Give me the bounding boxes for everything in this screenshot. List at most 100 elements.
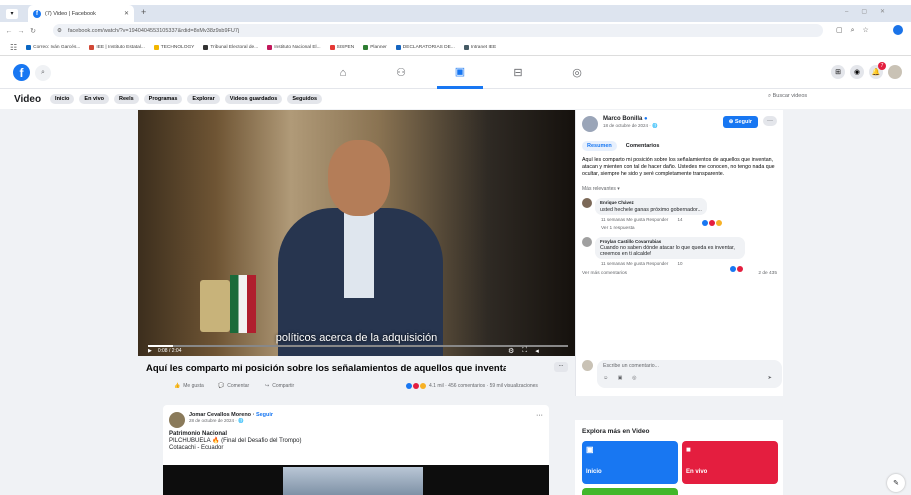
video-search-input[interactable]: ⌕ Buscar videos xyxy=(768,93,807,100)
messenger-icon[interactable]: ◉ xyxy=(850,65,864,79)
bookmark-item[interactable]: TECHNOLOGY xyxy=(153,45,194,50)
comment-meta[interactable]: 11 semanas Me gusta Responder 14 xyxy=(601,217,707,222)
explore-title: Explora más en Video xyxy=(582,428,650,435)
video-time: 0:08 / 2:04 xyxy=(157,348,182,354)
bookmark-item[interactable]: Correo: Iván Garcés... xyxy=(26,45,80,50)
apps-grid-icon[interactable]: ☷ xyxy=(10,43,17,52)
bookmark-icon xyxy=(153,45,159,50)
comment-item: Froylan Castillo Covarrubias Cuando no sa… xyxy=(582,236,777,272)
commenter-name[interactable]: Froylan Castillo Covarrubias xyxy=(600,239,661,244)
tab-comentarios[interactable]: Comentarios xyxy=(621,141,665,151)
back-icon[interactable]: ← xyxy=(3,28,15,35)
comment-button[interactable]: 💬 Comentar xyxy=(218,383,249,389)
like-button[interactable]: 👍 Me gusta xyxy=(174,383,204,389)
avatar[interactable] xyxy=(888,65,902,79)
view-replies-link[interactable]: Ver 1 respuesta xyxy=(601,226,707,231)
pill-seguidos[interactable]: Seguidos xyxy=(287,94,323,104)
toolbar-actions[interactable]: ▢⌕☆ xyxy=(836,26,877,35)
bookmark-item[interactable]: Intranet IEE xyxy=(463,45,496,50)
browser-tab[interactable]: f (7) Video | Facebook ✕ xyxy=(28,5,134,22)
explore-tile-inicio[interactable]: ▣ Inicio xyxy=(582,441,678,484)
video-progress-bar[interactable] xyxy=(148,345,568,347)
page-title: Video xyxy=(14,93,42,105)
nav-home[interactable]: ⌂ xyxy=(320,56,366,89)
bookmark-item[interactable]: DECLARATORIAS DE... xyxy=(395,45,455,50)
nav-friends[interactable]: ⚇ xyxy=(378,56,424,89)
flag-mexico xyxy=(230,275,256,333)
watch-icon: ▣ xyxy=(454,65,466,78)
bookmark-icon xyxy=(363,45,369,50)
composer-icons[interactable]: ☺ ▣ ◎ ➤ xyxy=(603,375,776,381)
bookmark-item[interactable]: SISPEN xyxy=(329,45,354,50)
share-button[interactable]: ↪ Compartir xyxy=(265,383,294,389)
explore-tile[interactable] xyxy=(582,488,678,495)
bookmark-icon xyxy=(463,45,469,50)
pill-explorar[interactable]: Explorar xyxy=(187,94,220,104)
tab-close-icon[interactable]: ✕ xyxy=(124,10,129,17)
comment-bubble: Enrique Chávez usted hechele ganas próxim… xyxy=(595,198,707,215)
comment-sort[interactable]: Más relevantes ▾ xyxy=(582,186,777,192)
comment-meta[interactable]: 11 semanas Me gusta Responder 10 xyxy=(601,261,745,266)
bookmark-item[interactable]: Planner xyxy=(363,45,387,50)
new-tab-icon[interactable]: + xyxy=(141,7,146,17)
commenter-name[interactable]: Enrique Chávez xyxy=(600,200,634,205)
author-avatar[interactable] xyxy=(582,116,598,132)
menu-grid-icon[interactable]: ⊞ xyxy=(831,65,845,79)
post-follow-link[interactable]: Seguir xyxy=(256,412,273,418)
play-icon[interactable]: ▶ xyxy=(148,348,152,354)
comment-reactions-icon xyxy=(702,220,722,227)
bookmark-item[interactable]: Tribunal Electoral de... xyxy=(203,45,258,50)
nav-watch[interactable]: ▣ xyxy=(437,56,483,89)
search-icon[interactable]: ⌕ xyxy=(35,65,51,81)
forward-icon[interactable]: → xyxy=(15,28,27,35)
bookmark-item[interactable]: Instituto Nacional El... xyxy=(267,45,321,50)
fullscreen-icon[interactable]: ⛶ xyxy=(522,347,527,355)
author-name[interactable]: Marco Bonilla ● xyxy=(603,116,718,122)
pill-en-vivo[interactable]: En vivo xyxy=(79,94,109,104)
new-message-icon[interactable]: ✎ xyxy=(887,474,905,492)
address-toolbar: ← → ↻ ⚙ facebook.com/watch/?v=1940404553… xyxy=(0,22,911,40)
bookmark-item[interactable]: IEE | Instituto Estatal... xyxy=(89,45,145,50)
comment-composer: Escribe un comentario... ☺ ▣ ◎ ➤ xyxy=(582,360,782,388)
pill-videos-guardados[interactable]: Videos guardados xyxy=(224,94,283,104)
tab-search-icon[interactable]: ▾ xyxy=(6,9,18,19)
video-player[interactable]: políticos acerca de la adquisición ▶ 0:0… xyxy=(138,110,575,356)
pill-inicio[interactable]: Inicio xyxy=(50,94,75,104)
post-options-button[interactable]: ··· xyxy=(536,412,543,419)
pill-programas[interactable]: Programas xyxy=(143,94,183,104)
post-video[interactable] xyxy=(163,465,549,495)
nav-marketplace[interactable]: ⊟ xyxy=(495,56,541,89)
explore-tile-en-vivo[interactable]: ■ En vivo xyxy=(682,441,778,484)
home-icon: ⌂ xyxy=(339,66,347,79)
notifications-icon[interactable]: 🔔 7 xyxy=(869,62,886,79)
comment-input[interactable]: Escribe un comentario... ☺ ▣ ◎ ➤ xyxy=(597,360,782,388)
reload-icon[interactable]: ↻ xyxy=(27,27,39,35)
post-side-panel: Marco Bonilla ● 18 de octubre de 2024 · … xyxy=(575,110,783,396)
comment-item: Enrique Chávez usted hechele ganas próxim… xyxy=(582,198,777,231)
author-more-button[interactable]: ··· xyxy=(763,116,777,126)
post-more-button[interactable]: ... xyxy=(554,362,568,372)
volume-icon[interactable]: ◂ xyxy=(535,347,539,355)
settings-icon[interactable]: ⚙ xyxy=(508,347,514,355)
notification-badge: 7 xyxy=(878,62,886,70)
profile-icon[interactable] xyxy=(893,25,903,35)
address-bar[interactable]: ⚙ facebook.com/watch/?v=1940404553105337… xyxy=(53,24,823,37)
bookmark-icon xyxy=(267,45,273,50)
post-stats[interactable]: 4.1 mil · 456 comentarios · 59 mil visua… xyxy=(406,383,538,389)
like-icon: 👍 xyxy=(174,383,181,389)
pill-reels[interactable]: Reels xyxy=(113,94,139,104)
tab-resumen[interactable]: Resumen xyxy=(582,141,617,151)
commenter-avatar[interactable] xyxy=(582,198,592,209)
facebook-logo[interactable]: f xyxy=(13,64,30,81)
video-subnav: Video Inicio En vivo Reels Programas Exp… xyxy=(0,89,911,109)
bookmark-icon xyxy=(329,45,335,50)
site-info-icon[interactable]: ⚙ xyxy=(57,28,62,34)
bookmark-icon xyxy=(203,45,209,50)
commenter-avatar[interactable] xyxy=(582,236,592,247)
post-author-avatar[interactable] xyxy=(169,412,185,428)
more-comments-link[interactable]: Ver más comentarios xyxy=(582,271,627,276)
follow-button[interactable]: ⊕ Seguir xyxy=(722,116,758,128)
nav-gaming[interactable]: ◎ xyxy=(554,56,600,89)
composer-avatar xyxy=(582,360,593,371)
window-controls[interactable]: –▢✕ xyxy=(845,8,898,15)
